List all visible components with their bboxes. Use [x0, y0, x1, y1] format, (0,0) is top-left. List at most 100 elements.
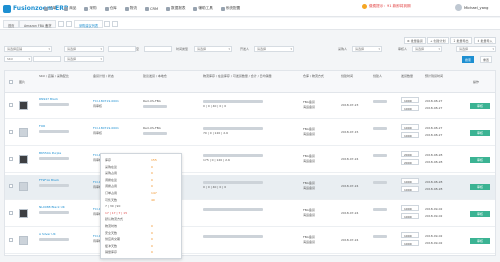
plan-number[interactable]: FCI-180719-0001	[93, 99, 119, 103]
qty-input-2[interactable]: 1000	[401, 186, 419, 192]
alert-area[interactable]: 缴费提示：91 款即将到期	[362, 4, 411, 9]
export-button[interactable]: ↧ 批量导出	[450, 37, 472, 44]
warehouse: FBA备货	[303, 100, 315, 104]
purchaser-select[interactable]: 请选择	[352, 46, 382, 52]
sku-title[interactable]: FT9F1A Black	[39, 178, 87, 182]
product-thumbnail[interactable]	[19, 128, 28, 137]
refresh-icon[interactable]	[104, 21, 110, 27]
row-checkbox[interactable]	[9, 130, 13, 134]
store-select[interactable]: 请选择店铺	[4, 46, 52, 52]
stock-values[interactable]: 0 | 0 | 40 | 0 | 0	[203, 185, 226, 189]
review-button[interactable]: 审核	[470, 211, 490, 217]
search-button[interactable]: 搜索	[462, 56, 474, 63]
table-row[interactable]: RN947 Black FCI-180719-0001 待审核 Red-US-FBA 0…	[5, 94, 495, 119]
import-button[interactable]: ↥ 批量导入	[474, 37, 496, 44]
user-menu[interactable]: Michael_yang	[455, 4, 488, 11]
product-thumbnail[interactable]	[19, 101, 28, 110]
qty-input-2[interactable]: 1000	[401, 213, 419, 219]
plan-date: 2018-07-15	[341, 130, 359, 134]
popup-value: 0	[151, 250, 153, 255]
create-plan-button[interactable]: + 创建计划	[427, 37, 449, 44]
qty-input[interactable]: 1000	[401, 232, 419, 238]
table-row[interactable]: B6550A PurpleFCI-180720-0001待审核Red-US-FB…	[5, 148, 495, 173]
sku-title[interactable]: NL0088 Black UK	[39, 205, 87, 209]
review-button[interactable]: 审核	[470, 130, 490, 136]
row-checkbox[interactable]	[9, 157, 13, 161]
reviewer-select[interactable]: 请选择	[412, 46, 442, 52]
row-checkbox[interactable]	[9, 103, 13, 107]
review-button[interactable]: 审核	[470, 157, 490, 163]
row-checkbox[interactable]	[9, 184, 13, 188]
tab-home[interactable]: 首页	[3, 20, 20, 28]
stock-values[interactable]: 70 | 0 | 120 | 2.6	[203, 131, 228, 135]
status-select[interactable]: 请选择	[64, 56, 104, 62]
qty-input-2[interactable]: 1000	[401, 240, 419, 246]
warehouse: FBA备货	[303, 154, 315, 158]
row-checkbox[interactable]	[9, 211, 13, 215]
row-checkbox[interactable]	[9, 238, 13, 242]
qty-input-2[interactable]: 1000	[401, 132, 419, 138]
qty-input[interactable]: 1000	[401, 124, 419, 130]
qty-input-2[interactable]: 2000	[401, 159, 419, 165]
product-thumbnail[interactable]	[19, 236, 28, 245]
table-row[interactable]: FT9F1A BlackFCI-180724-0001待审核Red-US-FBA…	[5, 175, 495, 200]
nav-item[interactable]: 订单	[44, 6, 56, 11]
product-thumbnail[interactable]	[19, 155, 28, 164]
stock-detail	[203, 153, 263, 157]
batch-stock-button[interactable]: ⚙ 批量备货	[404, 37, 426, 44]
sku-input[interactable]	[33, 56, 61, 62]
sku-title[interactable]: RN947 Black	[39, 97, 87, 101]
end-date-input[interactable]	[144, 46, 172, 52]
stock-values[interactable]: 175 | 0 | 120 | 2.6	[203, 158, 230, 162]
plan-number[interactable]: FCI-180719-0001	[93, 126, 119, 130]
qty-input[interactable]: 1000	[401, 178, 419, 184]
gear-icon: ⚙	[407, 38, 410, 43]
nav-item-label: 物流	[129, 6, 137, 10]
time-type-select[interactable]: 请选择	[194, 46, 232, 52]
table-row[interactable]: FOR FCI-180719-0001 待审核 Red-US-FBA 70 | 0 | …	[5, 121, 495, 146]
tab-fba[interactable]: Amazon FBA 备货	[19, 20, 57, 28]
sku-select[interactable]: SKU	[4, 56, 32, 62]
exp-date-2: 2018-08-27	[425, 106, 443, 110]
tab-purchase-suggest[interactable]: 采购建议列表	[74, 20, 104, 28]
refresh-icon[interactable]	[58, 21, 64, 27]
qty-input[interactable]: 1000	[401, 205, 419, 211]
qty-input-2[interactable]: 1000	[401, 105, 419, 111]
qty-input[interactable]: 2000	[401, 151, 419, 157]
nav-item[interactable]: 数据报表	[166, 6, 185, 11]
nav-item[interactable]: 物流	[124, 6, 137, 11]
sku-title[interactable]: A Silver UK	[39, 232, 87, 236]
exp-date: 2018-08-27	[425, 99, 443, 103]
close-icon[interactable]	[112, 21, 118, 27]
extra-select[interactable]: 请选择	[456, 46, 496, 52]
stock-detail	[203, 180, 263, 184]
product-thumbnail[interactable]	[19, 182, 28, 191]
close-icon[interactable]	[66, 21, 72, 27]
account-select[interactable]: 请选择	[64, 46, 104, 52]
menu-icon	[144, 6, 149, 11]
select-all-checkbox[interactable]	[9, 80, 13, 84]
sku-detail	[39, 210, 69, 214]
sku-title[interactable]: FOR	[39, 124, 87, 128]
qty-input[interactable]: 1000	[401, 97, 419, 103]
nav-item[interactable]: 商品	[64, 6, 76, 11]
reset-button[interactable]: 重置	[480, 56, 492, 63]
nav-item[interactable]: 系统配置	[220, 6, 240, 11]
nav-item[interactable]: 采购	[84, 6, 97, 11]
review-button[interactable]: 审核	[470, 184, 490, 190]
table-row[interactable]: NL0088 Black UKFCI-180724-0001待审核Red-US-…	[5, 202, 495, 227]
sku-title[interactable]: B6550A Purple	[39, 151, 87, 155]
nav-item[interactable]: 仓库	[104, 6, 117, 11]
review-button[interactable]: 审核	[470, 103, 490, 109]
start-date-input[interactable]	[108, 46, 136, 52]
menu-icon	[193, 6, 198, 11]
col-warehouse: 仓库 / 物流方式	[303, 74, 324, 78]
nav-item[interactable]: CRM	[144, 6, 158, 11]
nav-item[interactable]: 辅助工具	[193, 6, 213, 11]
product-thumbnail[interactable]	[19, 209, 28, 218]
review-button[interactable]: 审核	[470, 238, 490, 244]
table-row[interactable]: A Silver UKFCI-180724-0001待审核Red-US-FBAF…	[5, 229, 495, 254]
stock-values[interactable]: 0 | 0 | 40 | 0 | 0	[203, 104, 226, 108]
ship-method: 海运备货	[303, 213, 316, 217]
developer-select[interactable]: 请选择	[254, 46, 294, 52]
